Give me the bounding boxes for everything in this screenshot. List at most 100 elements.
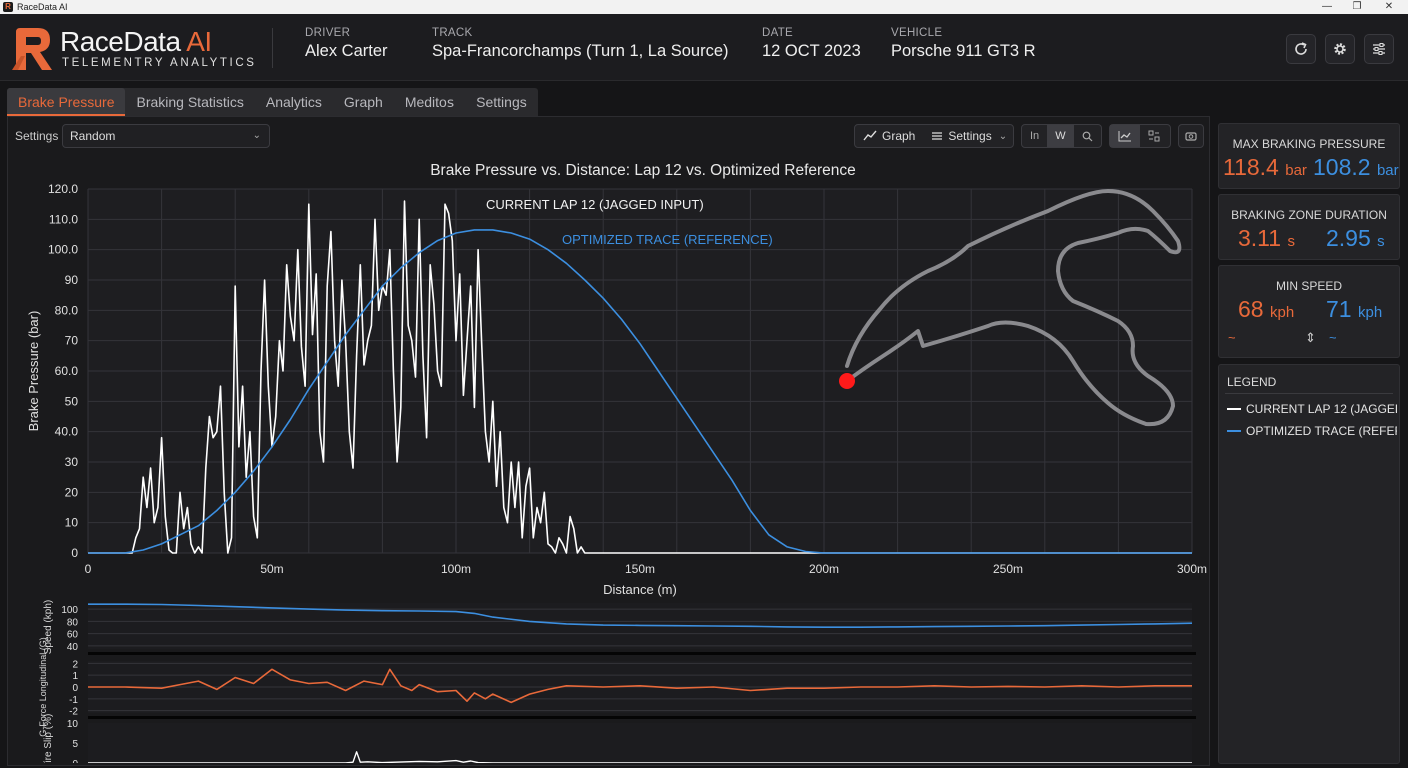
min-speed-reference: 71 kph [1326, 296, 1382, 323]
main-chart-title: Brake Pressure vs. Distance: Lap 12 vs. … [430, 162, 856, 179]
tab-meditos[interactable]: Meditoꜱ [394, 88, 465, 116]
app-subtitle: TELEMENTRY ANALYTICS [62, 57, 257, 69]
vehicle-value: Porsche 911 GT3 R [891, 42, 1036, 60]
window-title: RaceData AI [17, 2, 68, 12]
main-tabs: Brake Pressure Braking Statistics Analyt… [7, 88, 538, 116]
driver-label: DRIVER [305, 27, 351, 39]
minimize-button[interactable]: — [1312, 0, 1342, 14]
y-tick-label: 5 [72, 739, 78, 750]
legend-item-current[interactable]: CURRENT LAP 12 (JAGGED INPUT) [1227, 402, 1397, 416]
slip-chart: 10 5 0 Tire Slip (%) [43, 714, 1192, 763]
zone-duration-current-value: 3.11 [1238, 225, 1282, 251]
max-braking-current: 118.4 bar [1223, 154, 1307, 181]
x-tick-label: 200m [809, 562, 839, 576]
max-braking-current-value: 118.4 [1223, 154, 1279, 180]
slip-chart-ylabel: Tire Slip (%) [43, 714, 54, 763]
legend-label-current: CURRENT LAP 12 (JAGGED INPUT) [1246, 402, 1397, 416]
y-tick-label: 70 [65, 334, 79, 348]
y-tick-label: 0 [72, 683, 78, 694]
main-chart-ylabel: Brake Pressure (bar) [26, 311, 41, 432]
vehicle-meta: VEHICLE Porsche 911 GT3 R [891, 27, 1036, 61]
app-name-accent: AI [186, 26, 212, 57]
main-chart-x-ticks: 0 50m 100m 150m 200m 250m 300m [85, 562, 1207, 576]
slip-chart-y-ticks: 10 5 0 [67, 719, 79, 763]
zone-duration-current-unit: s [1287, 233, 1295, 250]
logo-icon [12, 28, 52, 70]
y-tick-label: 20 [65, 485, 79, 499]
chart-divider [88, 652, 1196, 655]
y-tick-label: 10 [67, 719, 79, 730]
y-tick-label: 30 [65, 455, 79, 469]
y-tick-label: 40 [67, 642, 79, 653]
window-titlebar: R RaceData AI [0, 0, 1408, 14]
speed-chart: 100806040 Speed (kph) [43, 600, 1193, 654]
sort-icon[interactable]: ⇕ [1305, 330, 1316, 346]
min-speed-current-value: 68 [1238, 296, 1264, 322]
speed-chart-y-ticks: 10080 6040 [61, 605, 78, 653]
min-speed-title: MIN SPEED [1275, 279, 1342, 293]
tab-brake-pressure[interactable]: Brake Pressure [7, 88, 126, 116]
y-tick-label: 100 [61, 605, 78, 616]
sliders-icon [1373, 43, 1385, 55]
y-tick-label: -1 [69, 695, 78, 706]
y-tick-label: 0 [72, 759, 78, 763]
chart-divider-2 [88, 716, 1196, 719]
x-tick-label: 50m [260, 562, 283, 576]
app-header: RaceData AI TELEMENTRY ANALYTICS DRIVER … [0, 14, 1408, 81]
y-tick-label: 0 [71, 546, 78, 560]
app-icon: R [3, 2, 13, 12]
min-speed-card: MIN SPEED 68 kph 71 kph ~ ⇕ ~ [1218, 265, 1400, 358]
close-button[interactable]: ✕ [1374, 0, 1404, 14]
y-tick-label: -2 [69, 707, 78, 718]
legend-label-reference: OPTIMIZED TRACE (REFERENCE) [1246, 424, 1397, 438]
legend-title: LEGEND [1227, 375, 1277, 389]
tab-settings[interactable]: Settings [465, 88, 538, 116]
track-meta: TRACK Spa-Francorchamps (Turn 1, La Sour… [432, 27, 729, 61]
max-braking-title: MAX BRAKING PRESSURE [1232, 137, 1386, 151]
legend-card: LEGEND CURRENT LAP 12 (JAGGED INPUT) OPT… [1218, 364, 1400, 764]
x-tick-label: 0 [85, 562, 92, 576]
settings-button[interactable] [1325, 34, 1355, 64]
zone-duration-title: BRAKING ZONE DURATION [1231, 208, 1387, 222]
tab-braking-statistics[interactable]: Braking Statistics [125, 88, 254, 116]
refresh-button[interactable] [1286, 34, 1316, 64]
max-braking-current-unit: bar [1285, 162, 1307, 179]
gear-icon [1334, 43, 1346, 55]
tab-graph[interactable]: Graph [333, 88, 394, 116]
x-tick-label: 250m [993, 562, 1023, 576]
chart-panel: Settings Random ⌄ Graph Settings ⌄ In W [7, 116, 1210, 766]
y-tick-label: 80 [67, 617, 79, 628]
main-chart: 0 10 20 30 40.0 50 60.0 70 80.0 90 100.0 110.0 120.0… [26, 182, 1207, 597]
date-value: 12 OCT 2023 [762, 42, 861, 60]
x-tick-label: 300m [1177, 562, 1207, 576]
zone-duration-reference-value: 2.95 [1326, 225, 1371, 251]
min-speed-current: 68 kph [1238, 296, 1294, 323]
max-braking-reference-unit: bar [1376, 162, 1399, 179]
driver-meta: DRIVER Alex Carter [305, 27, 388, 61]
y-tick-label: 80.0 [55, 303, 79, 317]
legend-swatch-reference [1227, 430, 1241, 432]
y-tick-label: 60 [67, 630, 79, 641]
max-braking-reference: 108.2 bar [1313, 154, 1399, 181]
min-speed-reference-unit: kph [1357, 304, 1383, 321]
tab-analytics[interactable]: Analytics [255, 88, 333, 116]
min-speed-current-unit: kph [1269, 304, 1295, 321]
max-braking-card: MAX BRAKING PRESSURE 118.4 bar 108.2 bar [1218, 123, 1400, 189]
legend-divider [1225, 393, 1393, 394]
refresh-icon [1295, 42, 1307, 55]
filters-button[interactable] [1364, 34, 1394, 64]
track-label: TRACK [432, 27, 473, 39]
y-tick-label: 40.0 [55, 425, 79, 439]
min-speed-current-trend: ~ [1228, 330, 1236, 345]
maximize-button[interactable]: ❐ [1342, 0, 1372, 14]
legend-item-reference[interactable]: OPTIMIZED TRACE (REFERENCE) [1227, 424, 1397, 438]
y-tick-label: 120.0 [48, 182, 78, 196]
zone-duration-card: BRAKING ZONE DURATION 3.11 s 2.95 s [1218, 194, 1400, 260]
driver-value: Alex Carter [305, 42, 388, 60]
y-tick-label: 2 [72, 659, 78, 670]
date-meta: DATE 12 OCT 2023 [762, 27, 861, 61]
y-tick-label: 10 [65, 516, 79, 530]
min-speed-reference-trend: ~ [1329, 330, 1337, 345]
gforce-chart-y-ticks: 210-1-2 [69, 659, 78, 717]
zone-duration-current: 3.11 s [1238, 225, 1295, 252]
